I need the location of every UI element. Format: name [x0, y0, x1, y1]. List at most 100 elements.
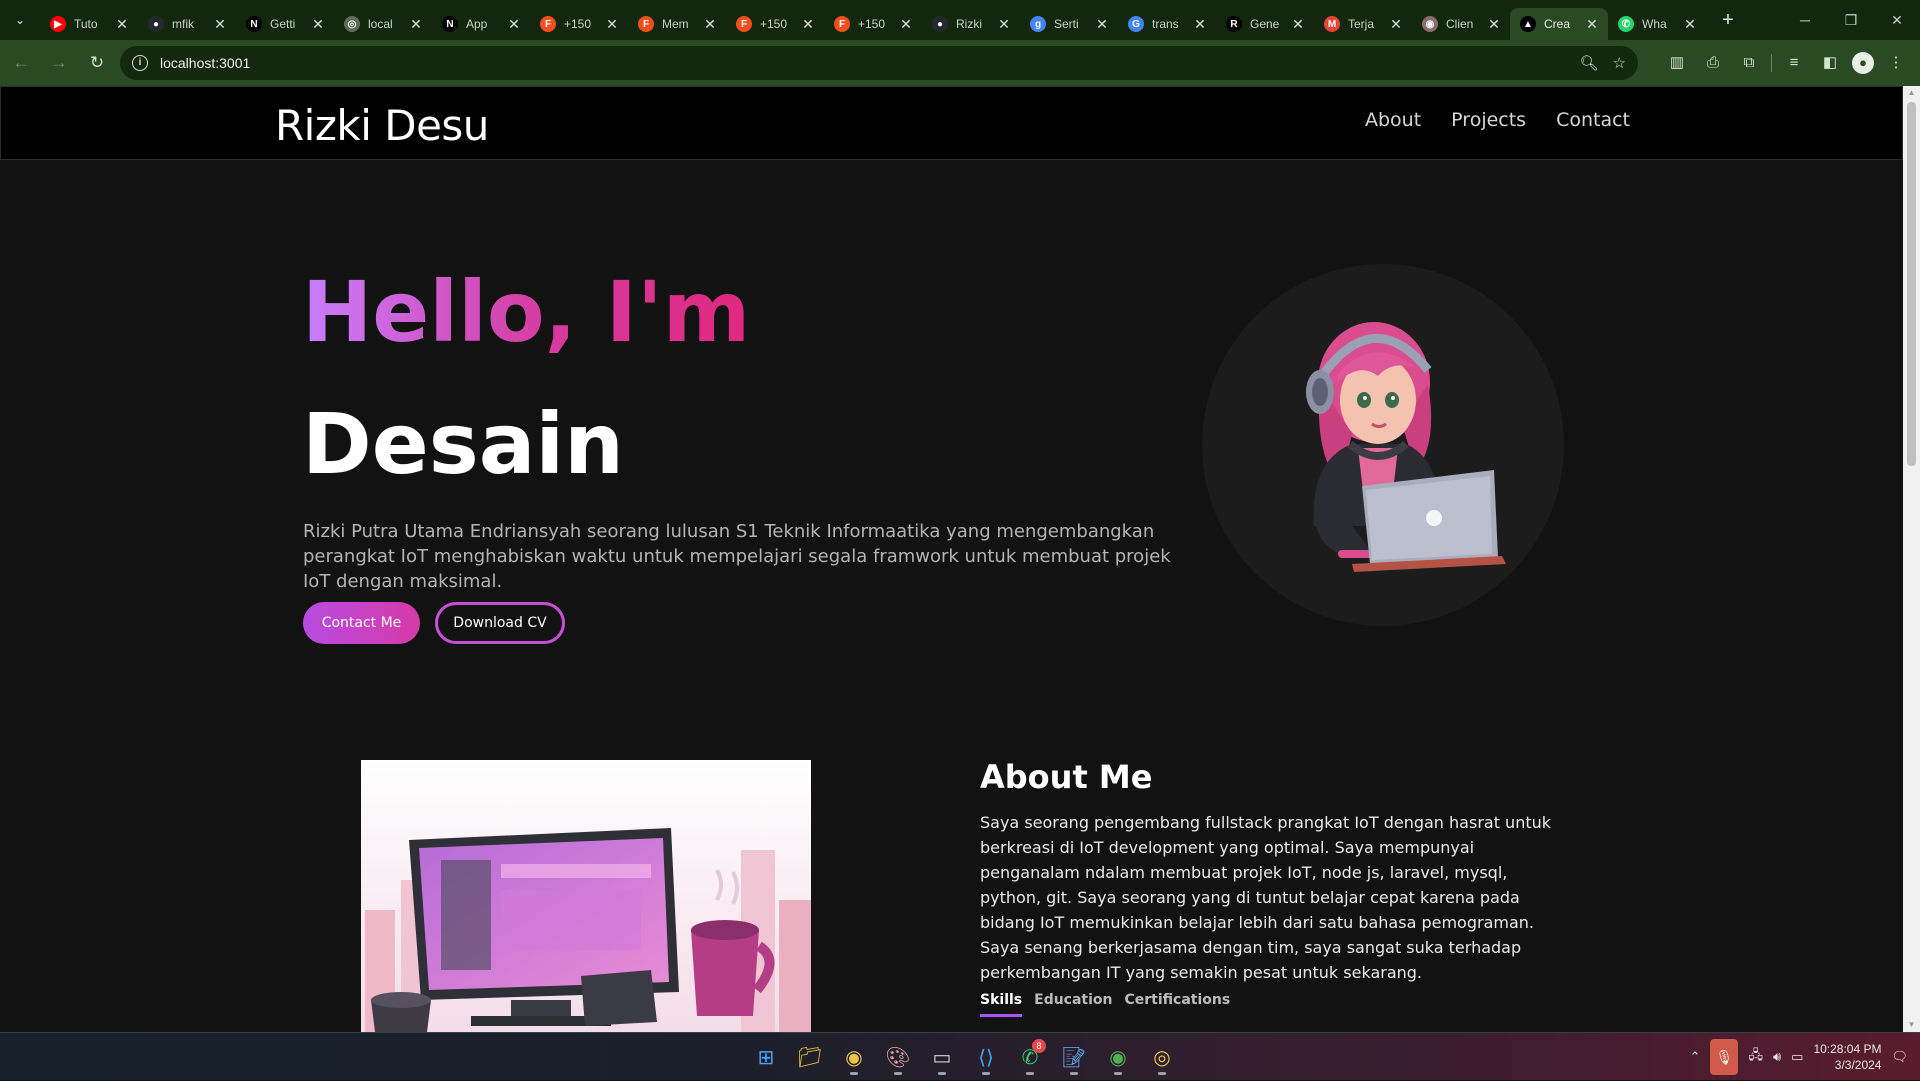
close-tab-icon[interactable]: ✕: [1192, 16, 1208, 32]
media-controls-icon[interactable]: ≡: [1780, 49, 1808, 77]
figma-icon: F: [540, 16, 556, 32]
taskbar-app[interactable]: ⊞: [746, 1037, 786, 1077]
nav-link-projects[interactable]: Projects: [1451, 109, 1526, 131]
browser-tab[interactable]: R Gene ✕: [1216, 8, 1314, 40]
browser-tab[interactable]: M Terja ✕: [1314, 8, 1412, 40]
taskbar-app[interactable]: 📝︎: [1054, 1037, 1094, 1077]
close-tab-icon[interactable]: ✕: [1290, 16, 1306, 32]
url-text[interactable]: localhost:3001: [160, 55, 250, 71]
battery-icon[interactable]: ▭: [1791, 1049, 1803, 1065]
clock[interactable]: 10:28:04 PM 3/3/2024: [1813, 1041, 1881, 1073]
about-heading: About Me: [980, 758, 1153, 796]
browser-tab[interactable]: ● Rizki ✕: [922, 8, 1020, 40]
taskbar-app[interactable]: ▭: [922, 1037, 962, 1077]
windows-taskbar: ⊞ 📁︎ ◉ 🎨︎ ▭ ⟨⟩ ✆ 8 📝︎ ◉ ◎ ⌃ 🎙︎ 🖧︎ 🔊︎ ▭ 10:28:04 PM…: [0, 1032, 1920, 1080]
browser-tab[interactable]: ◎ local ✕: [334, 8, 432, 40]
site-info-icon[interactable]: i: [132, 55, 148, 71]
taskbar-app[interactable]: ◎: [1142, 1037, 1182, 1077]
close-tab-icon[interactable]: ✕: [408, 16, 424, 32]
running-indicator: [894, 1072, 902, 1075]
close-tab-icon[interactable]: ✕: [898, 16, 914, 32]
tab-skills[interactable]: Skills: [980, 992, 1023, 1017]
microphone-icon[interactable]: 🎙︎: [1710, 1039, 1739, 1075]
browser-tab[interactable]: N App ✕: [432, 8, 530, 40]
extension-printer-icon[interactable]: ⎙: [1699, 49, 1727, 77]
close-tab-icon[interactable]: ✕: [114, 16, 130, 32]
browser-tab[interactable]: F Mem ✕: [628, 8, 726, 40]
volume-icon[interactable]: 🔊︎: [1773, 1049, 1781, 1065]
taskbar-app[interactable]: ✆ 8: [1010, 1037, 1050, 1077]
close-tab-icon[interactable]: ✕: [310, 16, 326, 32]
zoom-icon[interactable]: 🔍︎: [1580, 54, 1599, 72]
site-brand[interactable]: Rizki Desu: [275, 101, 489, 150]
browser-tab[interactable]: F +150 ✕: [824, 8, 922, 40]
reload-button[interactable]: ↻: [80, 46, 114, 80]
nav-link-about[interactable]: About: [1365, 109, 1421, 131]
profile-avatar-icon[interactable]: ●: [1852, 52, 1874, 74]
close-tab-icon[interactable]: ✕: [1682, 16, 1698, 32]
running-indicator: [1114, 1072, 1122, 1075]
extensions-puzzle-icon[interactable]: ⧉: [1735, 49, 1763, 77]
tab-title: Crea: [1544, 17, 1571, 31]
nav-link-contact[interactable]: Contact: [1556, 109, 1630, 131]
download-cv-button[interactable]: Download CV: [435, 602, 565, 644]
close-tab-icon[interactable]: ✕: [996, 16, 1012, 32]
close-tab-icon[interactable]: ✕: [1584, 16, 1600, 32]
tab-certifications[interactable]: Certifications: [1125, 992, 1231, 1017]
menu-kebab-icon[interactable]: ⋮: [1882, 49, 1910, 77]
browser-tab[interactable]: F +150 ✕: [726, 8, 824, 40]
browser-tab[interactable]: ◉ Clien ✕: [1412, 8, 1510, 40]
forward-button[interactable]: →: [42, 46, 76, 80]
close-tab-icon[interactable]: ✕: [212, 16, 228, 32]
hero-intro: Rizki Putra Utama Endriansyah seorang lu…: [303, 521, 1171, 592]
close-window-icon[interactable]: ✕: [1874, 0, 1920, 40]
scroll-down-icon[interactable]: ▼: [1903, 1018, 1920, 1032]
network-icon[interactable]: 🖧︎: [1748, 1046, 1763, 1068]
tab-education[interactable]: Education: [1034, 992, 1112, 1017]
new-tab-button[interactable]: +: [1714, 6, 1742, 34]
browser-tab[interactable]: ● mfik ✕: [138, 8, 236, 40]
back-button[interactable]: ←: [4, 46, 38, 80]
browser-tab[interactable]: g Serti ✕: [1020, 8, 1118, 40]
vercel-icon: ▲: [1520, 16, 1536, 32]
browser-tab[interactable]: Gtrans ✕: [1118, 8, 1216, 40]
taskbar-apps: ⊞ 📁︎ ◉ 🎨︎ ▭ ⟨⟩ ✆ 8 📝︎ ◉ ◎: [746, 1037, 1182, 1077]
browser-tab[interactable]: N Getti ✕: [236, 8, 334, 40]
taskbar-app[interactable]: 📁︎: [790, 1037, 830, 1077]
close-tab-icon[interactable]: ✕: [1388, 16, 1404, 32]
restore-icon[interactable]: ❐: [1828, 0, 1874, 40]
chrome-green-icon: ◉: [1109, 1046, 1127, 1069]
scroll-up-icon[interactable]: ▲: [1903, 86, 1920, 100]
side-panel-icon[interactable]: ◧: [1816, 49, 1844, 77]
notification-icon[interactable]: 🗨︎: [1891, 1049, 1908, 1065]
browser-tab[interactable]: ▶ Tuto ✕: [40, 8, 138, 40]
taskbar-app[interactable]: ◉: [1098, 1037, 1138, 1077]
scrollbar-thumb[interactable]: [1907, 102, 1916, 466]
minimize-icon[interactable]: ─: [1782, 0, 1828, 40]
close-tab-icon[interactable]: ✕: [604, 16, 620, 32]
close-tab-icon[interactable]: ✕: [800, 16, 816, 32]
address-bar[interactable]: i localhost:3001 🔍︎ ☆: [120, 46, 1638, 80]
browser-tab[interactable]: F +150 ✕: [530, 8, 628, 40]
taskbar-app[interactable]: 🎨︎: [878, 1037, 918, 1077]
close-tab-icon[interactable]: ✕: [506, 16, 522, 32]
notepad-icon: 📝︎: [1061, 1046, 1087, 1069]
notion-icon: N: [442, 16, 458, 32]
notification-badge: 8: [1032, 1039, 1046, 1053]
close-tab-icon[interactable]: ✕: [1486, 16, 1502, 32]
browser-tab[interactable]: ▲ Crea ✕: [1510, 8, 1608, 40]
close-tab-icon[interactable]: ✕: [702, 16, 718, 32]
tab-title: +150: [760, 17, 788, 31]
bookmark-star-icon[interactable]: ☆: [1613, 54, 1626, 72]
close-tab-icon[interactable]: ✕: [1094, 16, 1110, 32]
taskbar-app[interactable]: ◉: [834, 1037, 874, 1077]
browser-tab[interactable]: ✆ Wha ✕: [1608, 8, 1706, 40]
paint-icon: 🎨︎: [885, 1046, 911, 1069]
tab-title: Wha: [1642, 17, 1667, 31]
contact-me-button[interactable]: Contact Me: [303, 602, 420, 644]
page-scrollbar[interactable]: ▲ ▼: [1903, 86, 1920, 1032]
tray-overflow-icon[interactable]: ⌃: [1690, 1049, 1701, 1065]
extension-audio-icon[interactable]: ▥: [1663, 49, 1691, 77]
taskbar-app[interactable]: ⟨⟩: [966, 1037, 1006, 1077]
tab-search-button[interactable]: ⌄: [6, 6, 34, 34]
